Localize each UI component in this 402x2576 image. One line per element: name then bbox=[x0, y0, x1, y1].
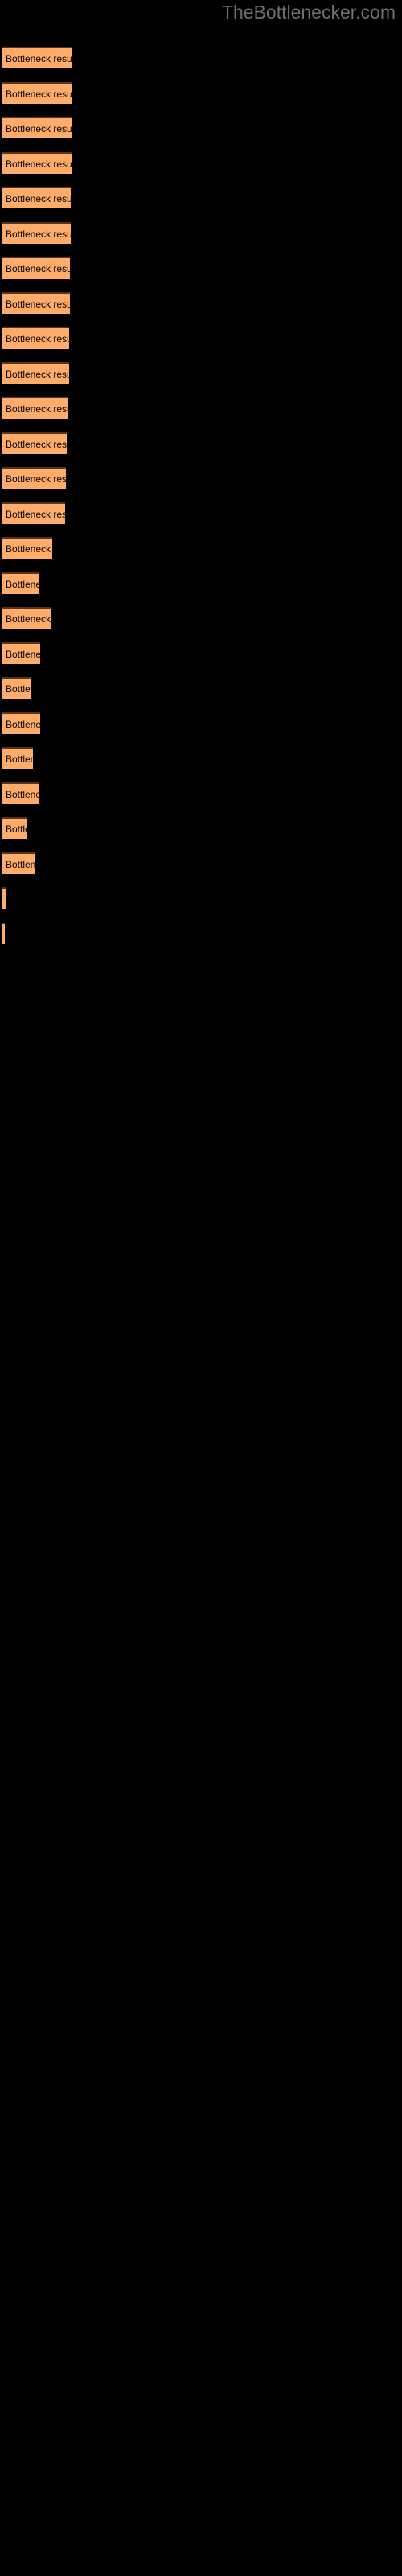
bar: Bottleneck result bbox=[2, 502, 65, 524]
bar-label: Bottleneck result bbox=[6, 123, 72, 134]
bar-label: Bottleneck result bbox=[6, 473, 66, 485]
bar-label: Bottleneck result bbox=[6, 683, 31, 695]
bar-label: Bottleneck result bbox=[6, 263, 70, 275]
bar-row: Bottleneck result bbox=[2, 327, 69, 349]
bar-label: Bottleneck result bbox=[6, 543, 52, 555]
bar: Bottleneck result bbox=[2, 467, 66, 489]
bar-label: Bottleneck result bbox=[6, 368, 69, 380]
bar-label: Bottleneck result bbox=[6, 718, 40, 730]
bar-row: Bottleneck result bbox=[2, 361, 69, 384]
bar-label: Bottleneck result bbox=[6, 88, 72, 100]
bar-label: Bottleneck result bbox=[6, 648, 40, 660]
bar-row: Bottleneck result bbox=[2, 642, 40, 664]
bar-label: Bottleneck result bbox=[6, 788, 39, 800]
bar: Bottleneck result bbox=[2, 81, 72, 104]
bar: Bottleneck result bbox=[2, 642, 40, 664]
bar-label: Bottleneck result bbox=[6, 613, 51, 625]
bar-row: Bottleneck result bbox=[2, 397, 68, 419]
bar-label: Bottleneck result bbox=[6, 333, 69, 345]
bar-row: Bottleneck result bbox=[2, 257, 70, 279]
bar-row: Bottleneck result bbox=[2, 81, 72, 104]
bar-row: Bottleneck result bbox=[2, 537, 52, 559]
bar: Bottleneck result bbox=[2, 221, 71, 244]
bar-label: Bottleneck result bbox=[6, 753, 33, 765]
bar-row: Bottleneck result bbox=[2, 922, 5, 944]
bar-label: Bottleneck result bbox=[6, 578, 39, 590]
bar-label: Bottleneck result bbox=[6, 53, 72, 64]
bar: Bottleneck result bbox=[2, 922, 5, 944]
bar: Bottleneck result bbox=[2, 47, 72, 68]
bar-label: Bottleneck result bbox=[6, 193, 71, 204]
bar: Bottleneck result bbox=[2, 327, 69, 349]
bar: Bottleneck result bbox=[2, 712, 40, 734]
bar: Bottleneck result bbox=[2, 782, 39, 804]
bar: Bottleneck result bbox=[2, 747, 33, 769]
bar: Bottleneck result bbox=[2, 397, 68, 419]
bar-row: Bottleneck result bbox=[2, 47, 72, 68]
bar-row: Bottleneck result bbox=[2, 747, 33, 769]
bar: Bottleneck result bbox=[2, 537, 52, 559]
bar: Bottleneck result bbox=[2, 677, 31, 699]
bar-row: Bottleneck result bbox=[2, 572, 39, 594]
bar-row: Bottleneck result bbox=[2, 607, 51, 629]
bar: Bottleneck result bbox=[2, 117, 72, 138]
bar-label: Bottleneck result bbox=[6, 298, 70, 310]
bar-row: Bottleneck result bbox=[2, 677, 31, 699]
bar-label: Bottleneck result bbox=[6, 228, 71, 240]
bar: Bottleneck result bbox=[2, 817, 27, 839]
bar-label: Bottleneck result bbox=[6, 438, 67, 450]
bar-row: Bottleneck result bbox=[2, 221, 71, 244]
bar-label: Bottleneck result bbox=[6, 158, 72, 170]
bar-row: Bottleneck result bbox=[2, 151, 72, 174]
bottleneck-chart-page: TheBottlenecker.com Bottleneck result Bot… bbox=[0, 0, 402, 2576]
bar-row: Bottleneck result bbox=[2, 291, 70, 314]
bar: Bottleneck result bbox=[2, 572, 39, 594]
bar-row: Bottleneck result bbox=[2, 502, 65, 524]
bar-row: Bottleneck result bbox=[2, 817, 27, 839]
bar-row: Bottleneck result bbox=[2, 887, 6, 909]
bar-row: Bottleneck result bbox=[2, 187, 71, 208]
bar: Bottleneck result bbox=[2, 291, 70, 314]
bar: Bottleneck result bbox=[2, 361, 69, 384]
bar-row: Bottleneck result bbox=[2, 712, 40, 734]
bar-row: Bottleneck result bbox=[2, 467, 66, 489]
bar: Bottleneck result bbox=[2, 257, 70, 279]
bar: Bottleneck result bbox=[2, 151, 72, 174]
bar-chart-plot: Bottleneck result Bottleneck result Bottle… bbox=[0, 0, 402, 2576]
bar: Bottleneck result bbox=[2, 852, 35, 874]
bar: Bottleneck result bbox=[2, 431, 67, 454]
bar-row: Bottleneck result bbox=[2, 431, 67, 454]
bar-label: Bottleneck result bbox=[6, 508, 65, 520]
bar: Bottleneck result bbox=[2, 887, 6, 909]
bar-label: Bottleneck result bbox=[6, 824, 27, 835]
bar-row: Bottleneck result bbox=[2, 782, 39, 804]
bar-row: Bottleneck result bbox=[2, 117, 72, 138]
bar-label: Bottleneck result bbox=[6, 403, 68, 415]
bar: Bottleneck result bbox=[2, 187, 71, 208]
bar-label: Bottleneck result bbox=[6, 858, 35, 870]
bar: Bottleneck result bbox=[2, 607, 51, 629]
bar-row: Bottleneck result bbox=[2, 852, 35, 874]
